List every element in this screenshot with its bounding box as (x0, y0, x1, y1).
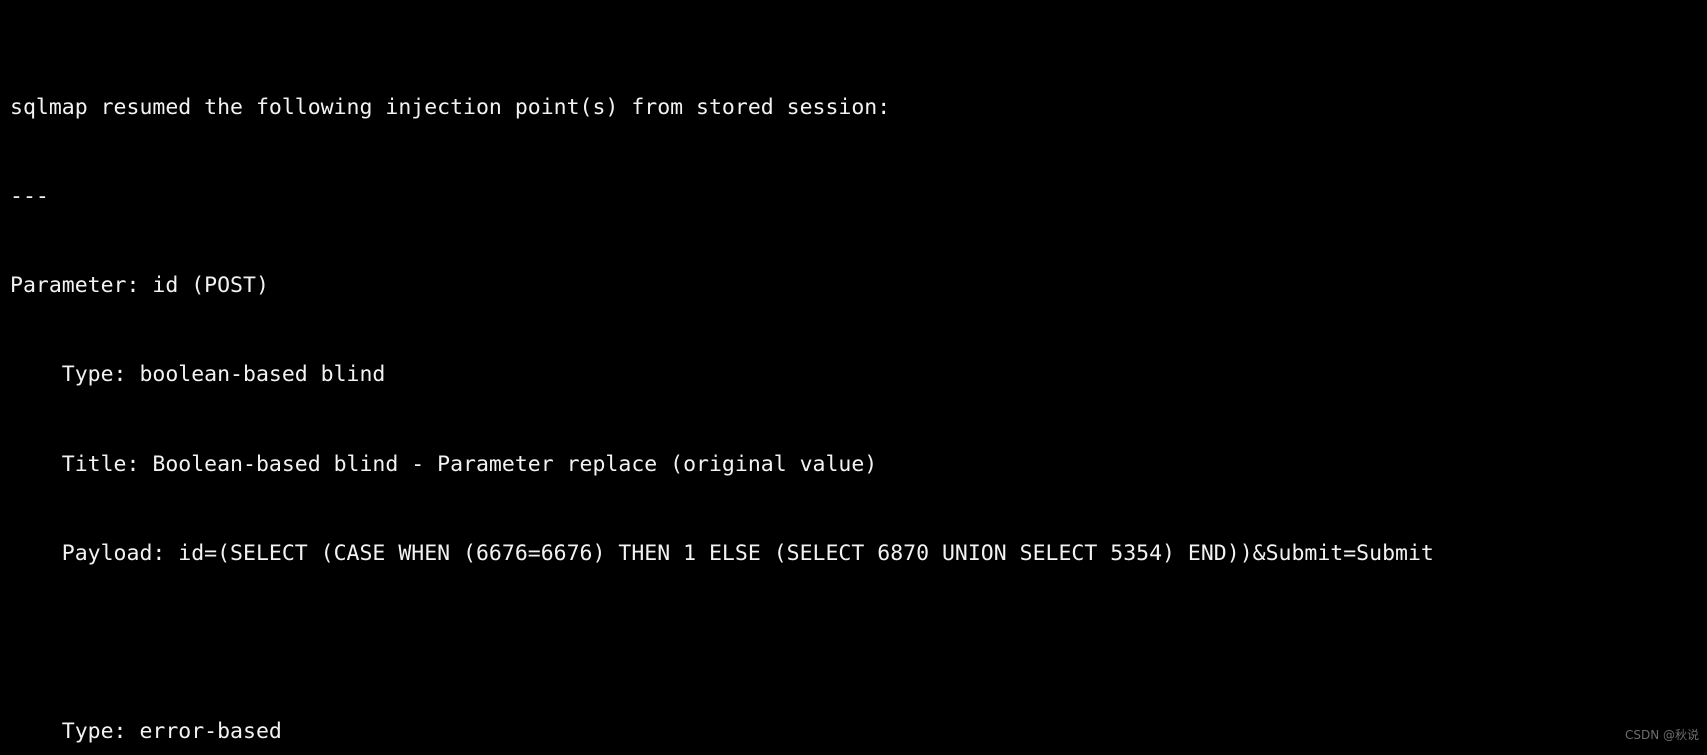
terminal-line-parameter: Parameter: id (POST) (10, 273, 269, 299)
terminal-line-blank-1 (10, 628, 1707, 658)
terminal-line-type-boolean: Type: boolean-based blind (10, 362, 386, 388)
csdn-watermark: CSDN @秋说 (1624, 728, 1699, 743)
terminal-line-title-boolean: Title: Boolean-based blind - Parameter r… (10, 451, 878, 477)
terminal-line-separator-top: --- (10, 184, 49, 210)
terminal-line-session-resumed: sqlmap resumed the following injection p… (10, 95, 891, 121)
terminal-line-payload-boolean: Payload: id=(SELECT (CASE WHEN (6676=667… (10, 540, 1434, 566)
terminal-output[interactable]: sqlmap resumed the following injection p… (0, 0, 1707, 755)
terminal-line-type-error: Type: error-based (10, 718, 282, 744)
